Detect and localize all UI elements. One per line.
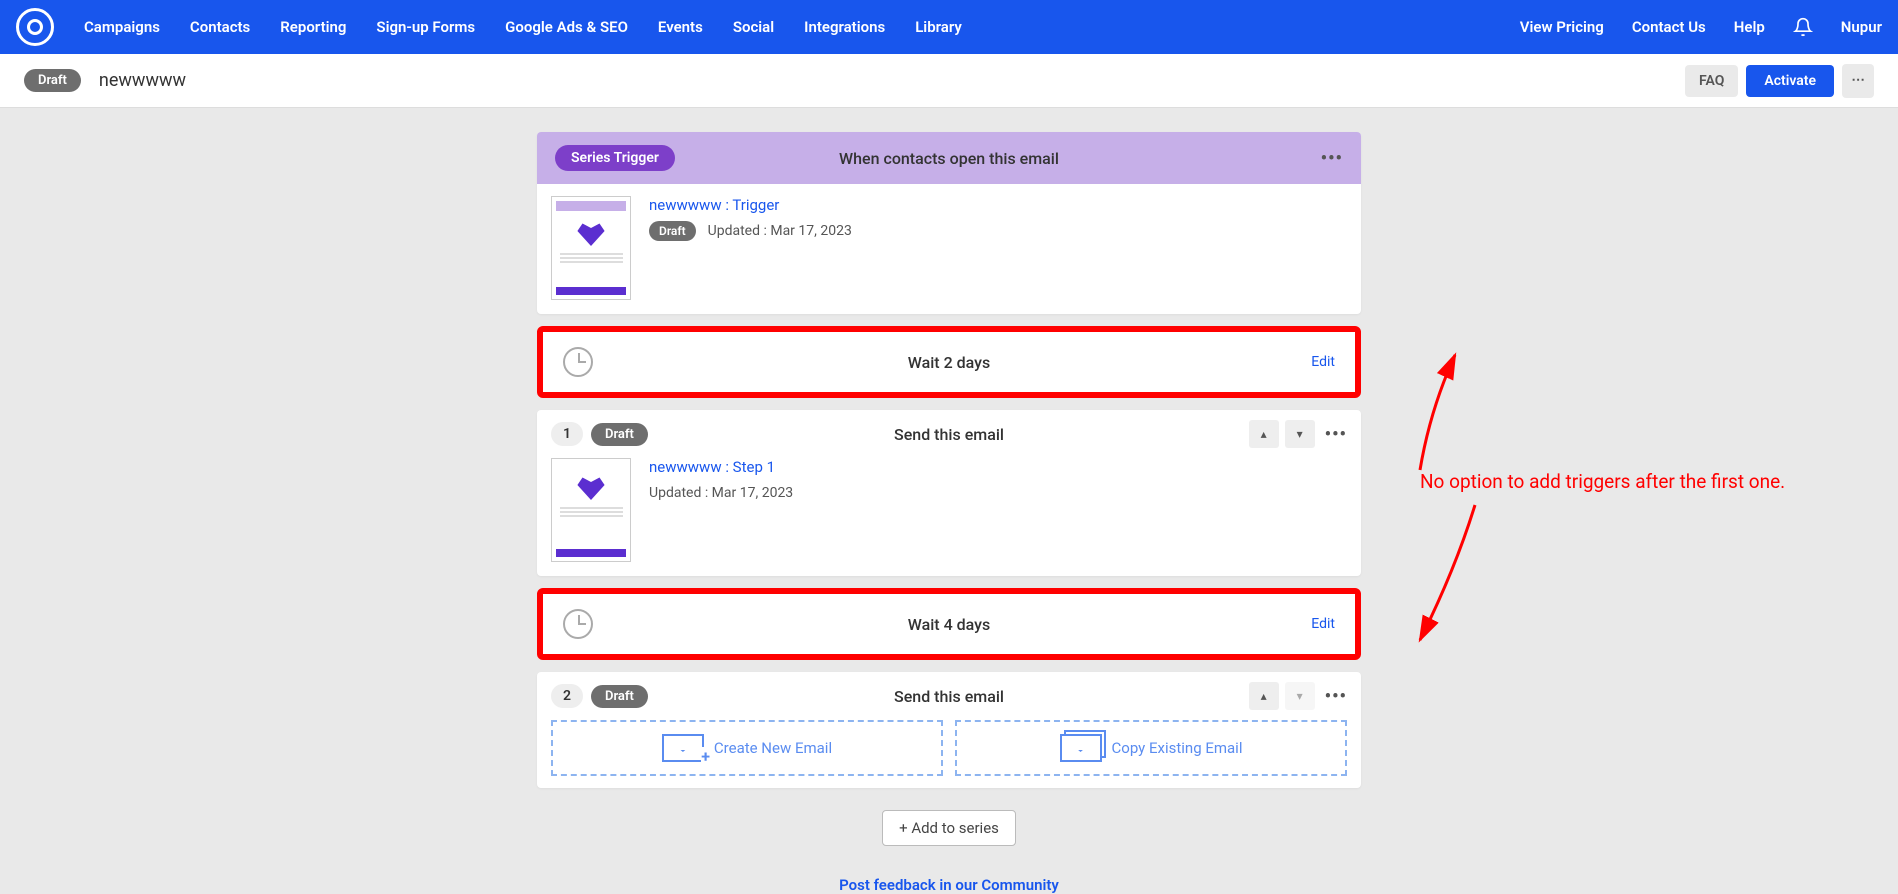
help-link[interactable]: Help bbox=[1734, 18, 1765, 36]
view-pricing[interactable]: View Pricing bbox=[1520, 18, 1604, 36]
logo-icon[interactable] bbox=[16, 8, 54, 46]
copy-existing-email-label: Copy Existing Email bbox=[1112, 739, 1243, 757]
trigger-card: Series Trigger When contacts open this e… bbox=[537, 132, 1361, 314]
wait-step-2: Wait 4 days Edit bbox=[537, 588, 1361, 660]
plus-icon: + bbox=[899, 819, 911, 837]
step-2-move-down[interactable]: ▾ bbox=[1285, 682, 1315, 710]
subbar-more-button[interactable]: ⋯ bbox=[1842, 64, 1874, 98]
step-2-title: Send this email bbox=[894, 687, 1004, 706]
nav-campaigns[interactable]: Campaigns bbox=[84, 18, 160, 36]
trigger-more-icon[interactable]: ••• bbox=[1321, 148, 1343, 169]
wait-1-text: Wait 2 days bbox=[908, 353, 991, 372]
step-2-move-up[interactable]: ▴ bbox=[1249, 682, 1279, 710]
status-badge: Draft bbox=[24, 69, 81, 92]
nav-contacts[interactable]: Contacts bbox=[190, 18, 250, 36]
annotation-arrow-1 bbox=[1400, 340, 1480, 480]
trigger-updated: Updated : Mar 17, 2023 bbox=[708, 223, 852, 239]
trigger-email-link[interactable]: newwwww : Trigger bbox=[649, 196, 852, 214]
add-to-series-label: Add to series bbox=[911, 819, 999, 837]
trigger-pill: Series Trigger bbox=[555, 145, 675, 171]
annotation-arrow-2 bbox=[1410, 500, 1490, 650]
mail-plus-icon bbox=[662, 734, 704, 762]
step-1-move-down[interactable]: ▾ bbox=[1285, 420, 1315, 448]
email-thumbnail[interactable] bbox=[551, 196, 631, 300]
create-new-email-label: Create New Email bbox=[714, 739, 832, 757]
nav-integrations[interactable]: Integrations bbox=[804, 18, 885, 36]
add-to-series-button[interactable]: + Add to series bbox=[882, 810, 1016, 846]
top-nav: Campaigns Contacts Reporting Sign-up For… bbox=[0, 0, 1898, 54]
nav-google-ads[interactable]: Google Ads & SEO bbox=[505, 18, 628, 36]
trigger-header: Series Trigger When contacts open this e… bbox=[537, 132, 1361, 184]
step-1-email-link[interactable]: newwwww : Step 1 bbox=[649, 458, 793, 476]
step-1-updated: Updated : Mar 17, 2023 bbox=[649, 485, 793, 501]
contact-us[interactable]: Contact Us bbox=[1632, 18, 1706, 36]
step-2-card: 2 Draft Send this email ▴ ▾ ••• Create N… bbox=[537, 672, 1361, 788]
step-2-number: 2 bbox=[551, 684, 583, 708]
activate-button[interactable]: Activate bbox=[1746, 65, 1834, 97]
mail-copy-icon bbox=[1060, 734, 1102, 762]
series-flow: Series Trigger When contacts open this e… bbox=[537, 132, 1361, 894]
step-2-status: Draft bbox=[591, 685, 648, 708]
sub-bar: Draft newwwww FAQ Activate ⋯ bbox=[0, 54, 1898, 108]
annotation-text: No option to add triggers after the firs… bbox=[1420, 470, 1785, 493]
bell-icon[interactable] bbox=[1793, 17, 1813, 37]
wait-2-text: Wait 4 days bbox=[908, 615, 991, 634]
nav-reporting[interactable]: Reporting bbox=[280, 18, 346, 36]
nav-social[interactable]: Social bbox=[733, 18, 774, 36]
wait-2-edit[interactable]: Edit bbox=[1311, 616, 1335, 632]
copy-existing-email-button[interactable]: Copy Existing Email bbox=[955, 720, 1347, 776]
step-1-more-icon[interactable]: ••• bbox=[1325, 424, 1347, 445]
nav-signup-forms[interactable]: Sign-up Forms bbox=[376, 18, 475, 36]
step-1-move-up[interactable]: ▴ bbox=[1249, 420, 1279, 448]
step-1-status: Draft bbox=[591, 423, 648, 446]
clock-icon bbox=[563, 347, 593, 377]
feedback-link[interactable]: Post feedback in our Community bbox=[537, 876, 1361, 894]
nav-events[interactable]: Events bbox=[658, 18, 703, 36]
trigger-title: When contacts open this email bbox=[839, 149, 1059, 168]
wait-1-edit[interactable]: Edit bbox=[1311, 354, 1335, 370]
clock-icon bbox=[563, 609, 593, 639]
create-new-email-button[interactable]: Create New Email bbox=[551, 720, 943, 776]
trigger-status-badge: Draft bbox=[649, 221, 696, 241]
step-1-title: Send this email bbox=[894, 425, 1004, 444]
faq-button[interactable]: FAQ bbox=[1685, 65, 1738, 97]
user-name[interactable]: Nupur bbox=[1841, 18, 1882, 36]
step-1-card: 1 Draft Send this email ▴ ▾ ••• newwwww … bbox=[537, 410, 1361, 576]
step-2-more-icon[interactable]: ••• bbox=[1325, 686, 1347, 707]
wait-step-1: Wait 2 days Edit bbox=[537, 326, 1361, 398]
campaign-name: newwwww bbox=[99, 70, 186, 91]
step-1-thumbnail[interactable] bbox=[551, 458, 631, 562]
nav-library[interactable]: Library bbox=[915, 18, 962, 36]
nav-left: Campaigns Contacts Reporting Sign-up For… bbox=[84, 18, 962, 36]
nav-right: View Pricing Contact Us Help Nupur bbox=[1520, 17, 1882, 37]
step-1-number: 1 bbox=[551, 422, 583, 446]
